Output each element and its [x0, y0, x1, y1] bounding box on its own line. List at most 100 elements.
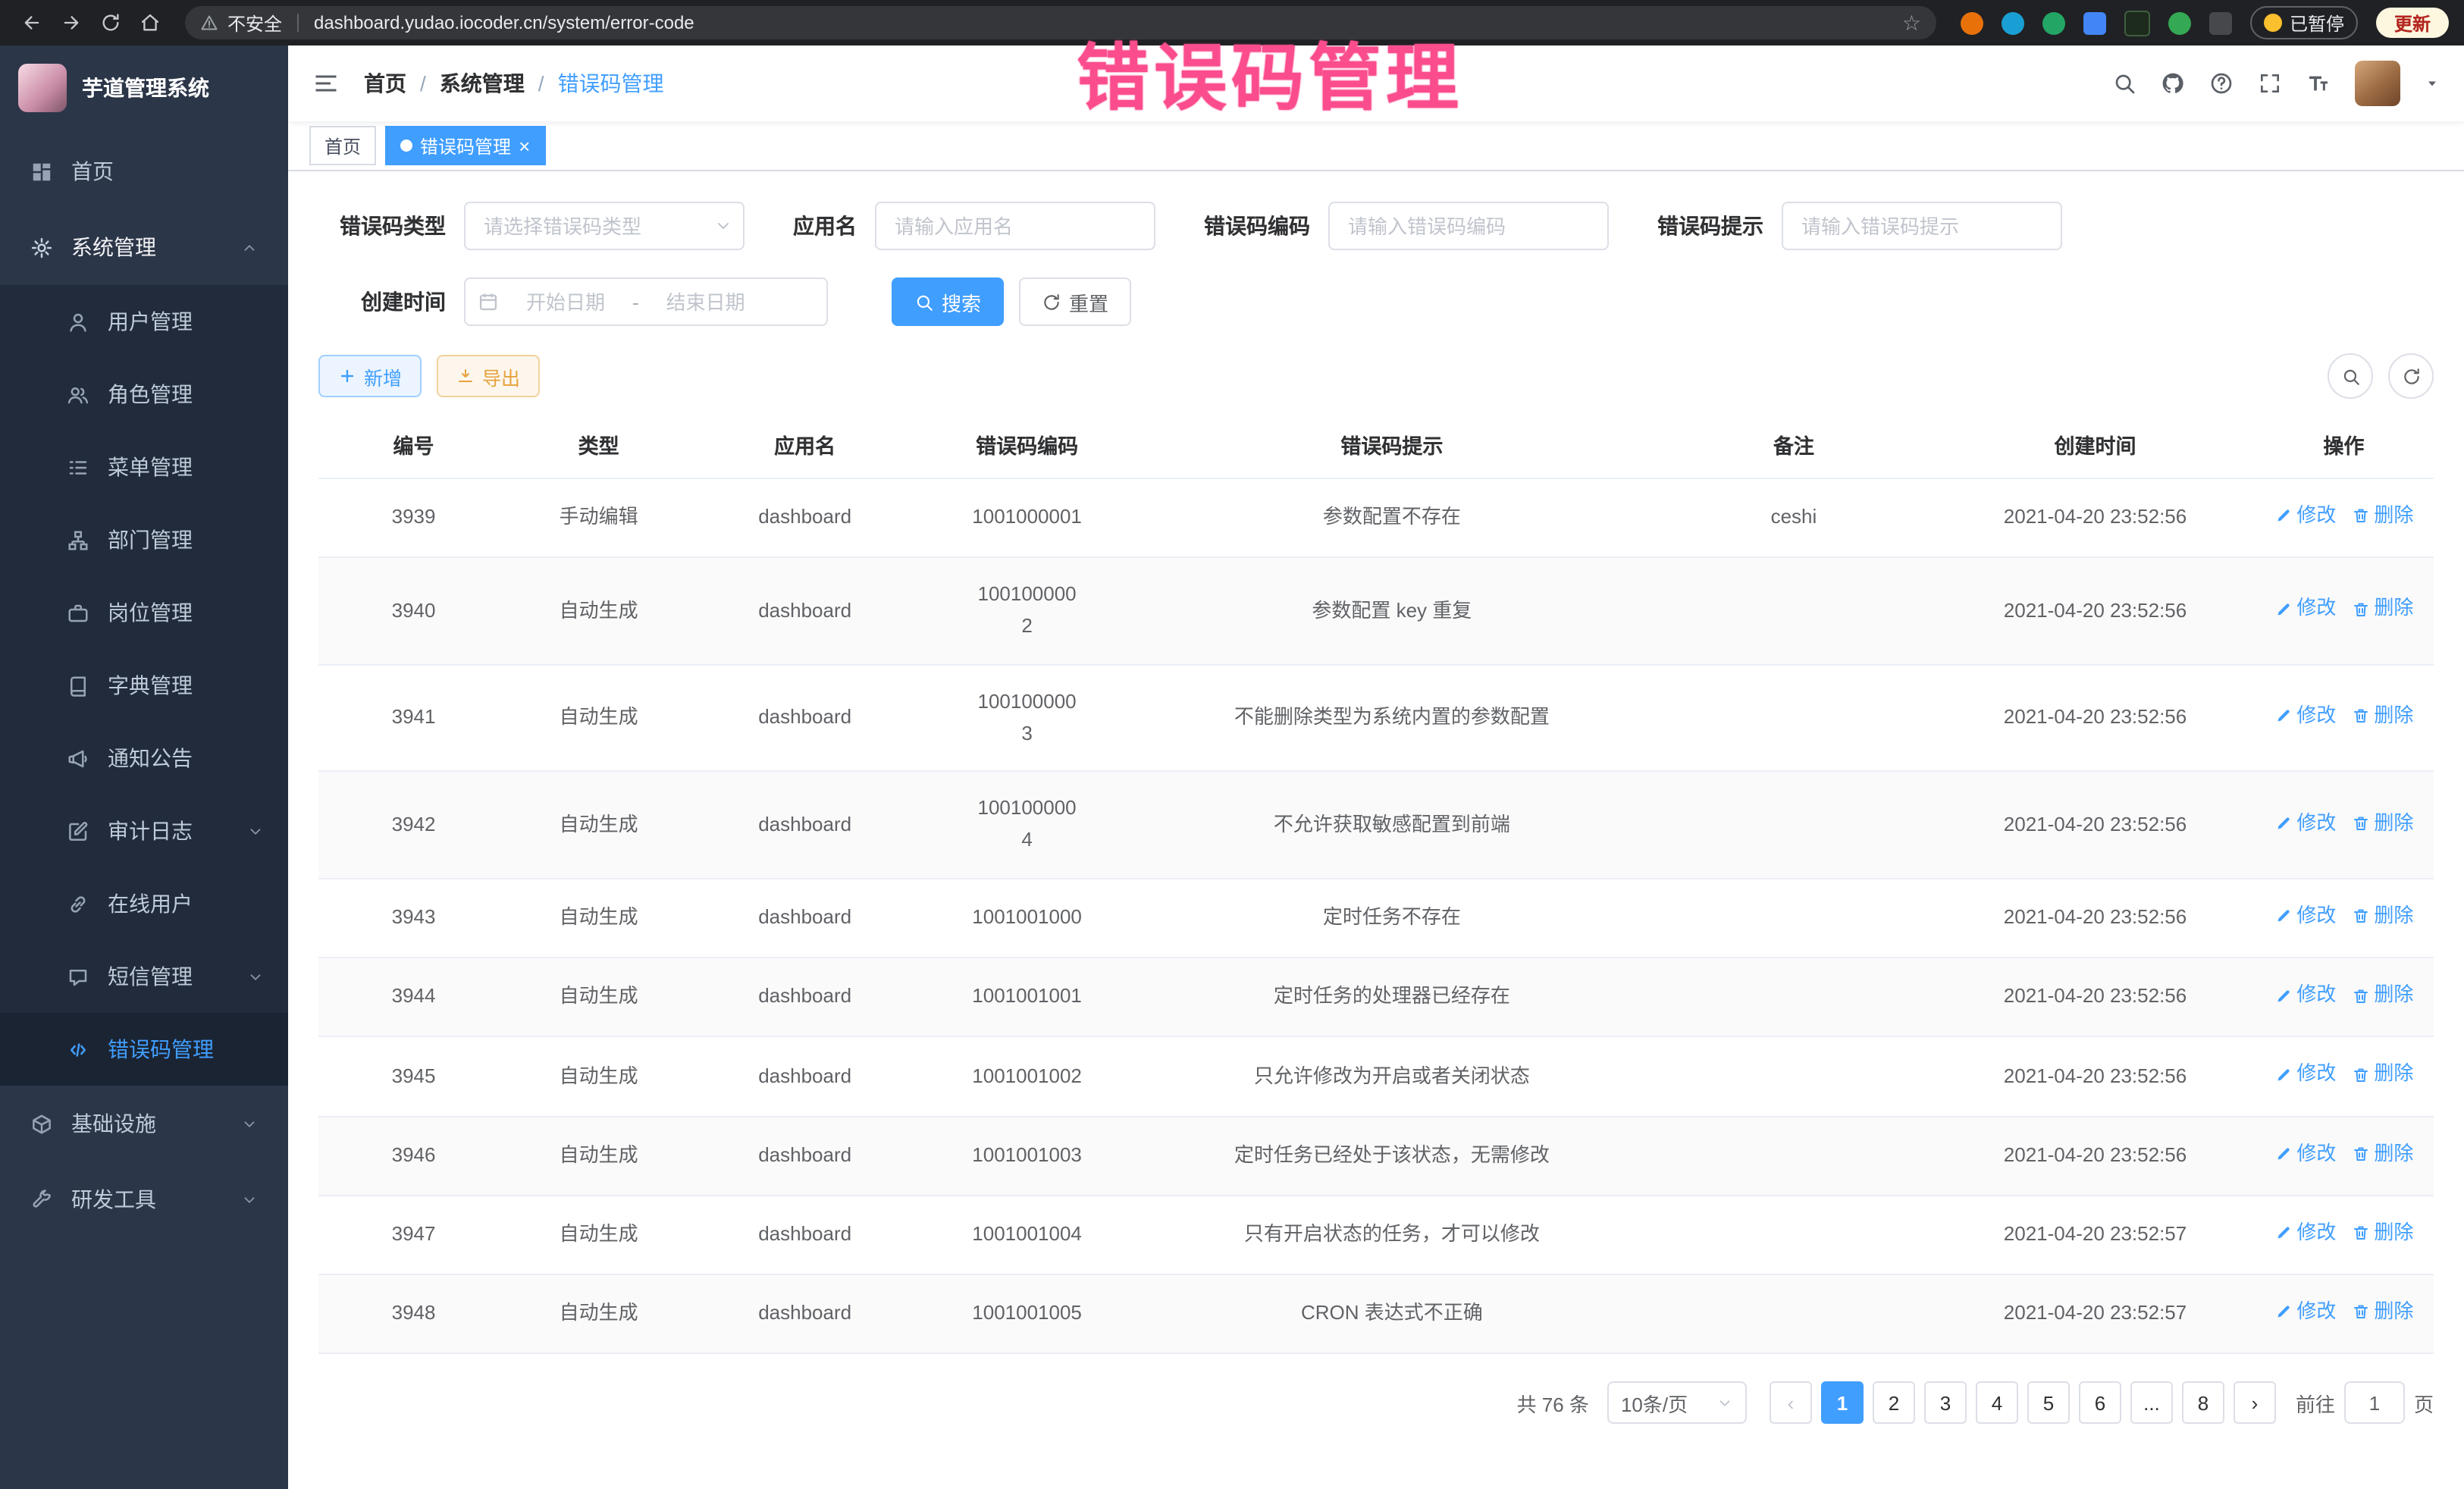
delete-link[interactable]: 删除	[2351, 1296, 2413, 1328]
edit-link[interactable]: 修改	[2274, 701, 2336, 732]
refresh-table-button[interactable]	[2388, 353, 2434, 399]
help-icon[interactable]	[2209, 71, 2234, 96]
sidebar-item-menu[interactable]: 菜单管理	[0, 431, 288, 503]
goto-page-input[interactable]	[2344, 1381, 2405, 1424]
close-icon[interactable]: ×	[519, 136, 530, 155]
sidebar-toggle-icon[interactable]	[312, 70, 340, 97]
app-name-input[interactable]	[875, 202, 1155, 250]
delete-link[interactable]: 删除	[2351, 500, 2413, 532]
extension-icon[interactable]	[1961, 11, 1983, 34]
browser-back-button[interactable]	[15, 6, 49, 39]
cell-type: 自动生成	[509, 879, 688, 958]
header-search-icon[interactable]	[2112, 71, 2136, 96]
edit-link[interactable]: 修改	[2274, 1217, 2336, 1249]
update-button[interactable]: 更新	[2376, 8, 2449, 38]
delete-link[interactable]: 删除	[2351, 701, 2413, 732]
font-size-icon[interactable]	[2306, 71, 2331, 96]
sidebar-item-sms[interactable]: 短信管理	[0, 940, 288, 1013]
chevron-down-icon	[1716, 1394, 1733, 1411]
app-logo[interactable]: 芋道管理系统	[0, 45, 288, 130]
delete-link[interactable]: 删除	[2351, 807, 2413, 839]
message-icon	[67, 965, 89, 988]
error-type-select[interactable]	[464, 202, 745, 250]
search-button[interactable]: 搜索	[892, 277, 1004, 326]
delete-link[interactable]: 删除	[2351, 980, 2413, 1011]
extension-icon[interactable]	[2083, 11, 2106, 34]
sidebar-item-user[interactable]: 用户管理	[0, 285, 288, 358]
view-tab[interactable]: 首页	[309, 126, 376, 165]
edit-link[interactable]: 修改	[2274, 807, 2336, 839]
sidebar-item-post[interactable]: 岗位管理	[0, 576, 288, 649]
extension-icon[interactable]	[2168, 11, 2191, 34]
delete-link[interactable]: 删除	[2351, 1138, 2413, 1170]
reset-button[interactable]: 重置	[1019, 277, 1131, 326]
sidebar-item-dev-tools[interactable]: 研发工具	[0, 1161, 288, 1237]
error-message-input[interactable]	[1782, 202, 2062, 250]
pencil-icon	[2274, 600, 2292, 619]
created-date-range-picker[interactable]: -	[464, 277, 828, 326]
error-type-select-value[interactable]	[464, 202, 745, 250]
toggle-search-button[interactable]	[2328, 353, 2373, 399]
sidebar-item-role[interactable]: 角色管理	[0, 358, 288, 431]
edit-link[interactable]: 修改	[2274, 901, 2336, 933]
page-button-8[interactable]: 8	[2182, 1381, 2224, 1424]
browser-home-button[interactable]	[133, 6, 167, 39]
fullscreen-icon[interactable]	[2258, 71, 2282, 96]
edit-link[interactable]: 修改	[2274, 1059, 2336, 1091]
extension-icon[interactable]	[2002, 11, 2024, 34]
page-button-1[interactable]: 1	[1821, 1381, 1864, 1424]
puzzle-extension-icon[interactable]	[2209, 11, 2232, 34]
cell-actions: 修改删除	[2254, 478, 2434, 557]
cell-id: 3944	[318, 958, 509, 1036]
sidebar-item-dept[interactable]: 部门管理	[0, 503, 288, 576]
sidebar-item-online-user[interactable]: 在线用户	[0, 867, 288, 940]
delete-link[interactable]: 删除	[2351, 594, 2413, 625]
book-icon	[67, 674, 89, 697]
prev-page-button[interactable]: ‹	[1770, 1381, 1812, 1424]
user-avatar[interactable]	[2355, 61, 2400, 106]
sidebar-item-system[interactable]: 系统管理	[0, 209, 288, 285]
add-button[interactable]: 新增	[318, 355, 422, 397]
end-date-input[interactable]	[645, 289, 766, 315]
extension-icon[interactable]	[2042, 11, 2065, 34]
address-bar[interactable]: 不安全 dashboard.yudao.iocoder.cn/system/er…	[185, 6, 1936, 39]
sidebar-item-notice[interactable]: 通知公告	[0, 722, 288, 795]
sidebar-item-infra[interactable]: 基础设施	[0, 1086, 288, 1161]
sidebar-item-home[interactable]: 首页	[0, 133, 288, 209]
sidebar-item-error-code[interactable]: 错误码管理	[0, 1013, 288, 1086]
start-date-input[interactable]	[505, 289, 626, 315]
paused-badge[interactable]: 已暂停	[2250, 6, 2358, 39]
export-button[interactable]: 导出	[437, 355, 540, 397]
trash-icon	[2351, 1065, 2369, 1083]
bookmark-star-icon[interactable]: ☆	[1902, 10, 1921, 36]
page-button-5[interactable]: 5	[2027, 1381, 2070, 1424]
delete-link[interactable]: 删除	[2351, 1217, 2413, 1249]
edit-link[interactable]: 修改	[2274, 980, 2336, 1011]
sidebar-item-audit-log[interactable]: 审计日志	[0, 795, 288, 867]
browser-reload-button[interactable]	[94, 6, 127, 39]
page-button-2[interactable]: 2	[1873, 1381, 1915, 1424]
browser-forward-button[interactable]	[55, 6, 88, 39]
delete-link[interactable]: 删除	[2351, 1059, 2413, 1091]
date-separator: -	[632, 290, 639, 313]
breadcrumb-item[interactable]: 首页	[364, 68, 406, 99]
edit-link[interactable]: 修改	[2274, 500, 2336, 532]
page-button-3[interactable]: 3	[1924, 1381, 1967, 1424]
edit-link[interactable]: 修改	[2274, 594, 2336, 625]
page-button-6[interactable]: 6	[2079, 1381, 2121, 1424]
delete-link[interactable]: 删除	[2351, 901, 2413, 933]
page-button-4[interactable]: 4	[1976, 1381, 2018, 1424]
github-icon[interactable]	[2161, 71, 2185, 96]
edit-link[interactable]: 修改	[2274, 1138, 2336, 1170]
breadcrumb-item[interactable]: 系统管理	[440, 68, 525, 99]
more-pages-button[interactable]: ...	[2130, 1381, 2173, 1424]
sidebar-item-label: 部门管理	[108, 525, 193, 555]
edit-link[interactable]: 修改	[2274, 1296, 2336, 1328]
sidebar-item-dict[interactable]: 字典管理	[0, 649, 288, 722]
error-code-input[interactable]	[1328, 202, 1609, 250]
extension-icon[interactable]	[2124, 10, 2150, 36]
view-tab[interactable]: 错误码管理×	[385, 126, 545, 165]
caret-down-icon[interactable]	[2425, 76, 2440, 91]
page-size-select[interactable]: 10条/页	[1607, 1381, 1747, 1424]
next-page-button[interactable]: ›	[2234, 1381, 2276, 1424]
